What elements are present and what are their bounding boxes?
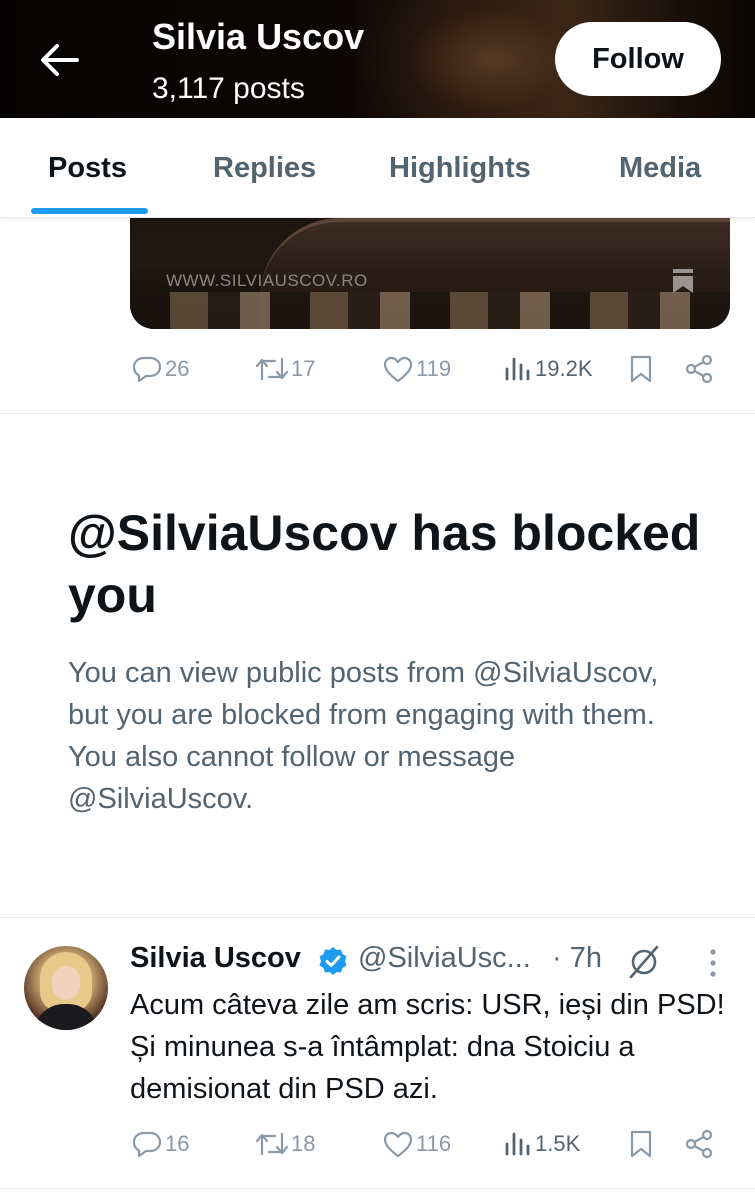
tweet-author-handle[interactable]: @SilviaUsc... [358,942,531,975]
repost-icon [255,357,289,381]
repost-count: 17 [291,356,316,381]
like-count: 119 [416,356,452,381]
media-badge-icon [673,269,693,293]
reply-button[interactable]: 16 [131,1124,189,1164]
more-icon[interactable] [702,946,724,980]
profile-name: Silvia Uscov [152,16,365,57]
like-icon [383,356,413,383]
avatar-face [52,966,80,1000]
like-button[interactable]: 119 [382,349,451,389]
bookmark-button[interactable] [628,349,654,389]
media-texture [130,292,730,329]
tweet-text: Acum câteva zile am scris: USR, ieși din… [130,989,725,1105]
avatar[interactable] [24,946,108,1030]
verified-badge-icon[interactable] [318,946,348,976]
reply-icon [132,1131,162,1158]
like-button[interactable]: 116 [382,1124,451,1164]
back-arrow-icon [41,44,79,76]
views-icon [505,357,530,381]
posts-count: 3,117 posts [152,72,305,105]
repost-button[interactable]: 18 [255,1124,315,1164]
views-button[interactable]: 1.5K [503,1124,580,1164]
share-button[interactable] [684,1124,714,1164]
post-actions: 26 17 119 19.2K [0,349,755,389]
post-media-image[interactable]: WWW.SILVIAUSCOV.RO [130,200,730,329]
media-watermark: WWW.SILVIAUSCOV.RO [166,271,368,290]
profile-header: Silvia Uscov 3,117 posts Follow [0,0,755,118]
share-icon [685,1129,713,1159]
repost-button[interactable]: 17 [255,349,315,389]
bookmark-icon [630,355,652,383]
tweet-author-name[interactable]: Silvia Uscov [130,942,301,975]
follow-button[interactable]: Follow [555,22,721,96]
share-button[interactable] [684,349,714,389]
notice-divider [0,917,755,918]
reply-icon [132,356,162,383]
back-button[interactable] [34,38,84,82]
blocked-description: You can view public posts from @SilviaUs… [68,657,659,815]
views-button[interactable]: 19.2K [503,349,593,389]
views-count: 19.2K [535,356,593,381]
bookmark-icon [630,1130,652,1158]
repost-count: 18 [291,1131,316,1156]
tab-highlights[interactable]: Highlights [389,152,531,185]
repost-icon [255,1132,289,1156]
like-count: 116 [416,1131,452,1156]
blocked-title: @SilviaUscov has blocked you [68,505,701,623]
avatar-body [34,1004,98,1030]
reply-count: 16 [165,1131,190,1156]
tab-replies[interactable]: Replies [213,152,316,185]
bookmark-button[interactable] [628,1124,654,1164]
tab-media[interactable]: Media [619,152,701,185]
tweet-timestamp[interactable]: · 7h [552,942,602,975]
share-icon [685,354,713,384]
active-tab-indicator [31,208,148,214]
tweet-divider [0,1188,755,1189]
like-icon [383,1131,413,1158]
reply-count: 26 [165,356,190,381]
tab-posts[interactable]: Posts [48,152,127,185]
tweet-actions: 16 18 116 1.5K [0,1124,755,1164]
profile-tabs: Posts Replies Highlights Media [0,118,755,218]
views-icon [505,1132,530,1156]
grok-icon[interactable] [626,944,662,980]
post-divider [0,413,755,414]
views-count: 1.5K [535,1131,581,1156]
reply-button[interactable]: 26 [131,349,189,389]
